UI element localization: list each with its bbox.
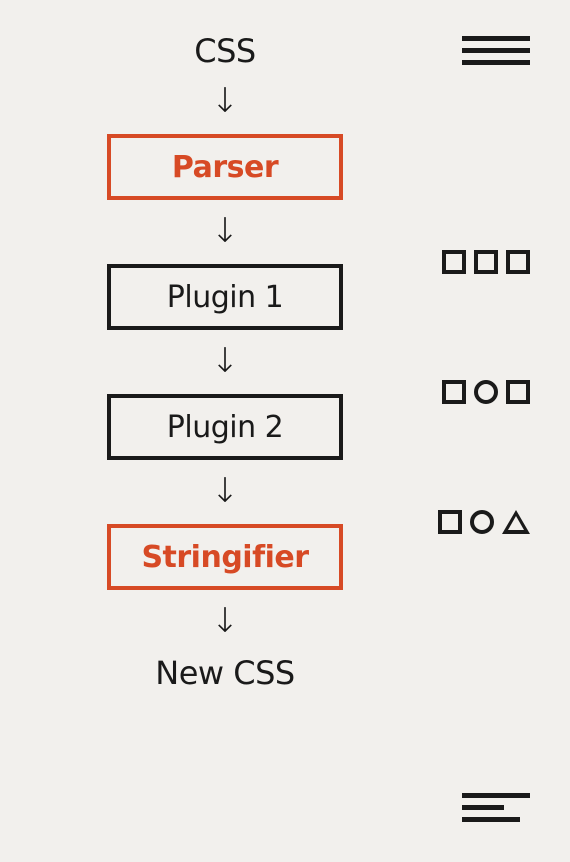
arrow-down-icon: ↓ (211, 474, 240, 508)
square-icon (474, 250, 498, 274)
parser-box: Parser (107, 134, 343, 200)
square-icon (442, 380, 466, 404)
plugin1-label: Plugin 1 (167, 280, 283, 315)
pipeline-diagram: CSS ↓ Parser ↓ Plugin 1 ↓ Plugin 2 ↓ Str… (95, 32, 355, 692)
text-justified-icon (462, 36, 530, 65)
square-icon (506, 250, 530, 274)
stringifier-label: Stringifier (141, 540, 308, 575)
plugin1-box: Plugin 1 (107, 264, 343, 330)
ast-tokens-icon-2 (442, 380, 530, 404)
parser-label: Parser (172, 150, 278, 185)
ast-tokens-icon-3 (438, 510, 530, 534)
stringifier-box: Stringifier (107, 524, 343, 590)
arrow-down-icon: ↓ (211, 214, 240, 248)
plugin2-box: Plugin 2 (107, 394, 343, 460)
ast-tokens-icon-1 (442, 250, 530, 274)
text-left-aligned-icon (462, 793, 530, 822)
arrow-down-icon: ↓ (211, 604, 240, 638)
triangle-icon (502, 510, 530, 534)
input-label: CSS (194, 32, 255, 70)
plugin2-label: Plugin 2 (167, 410, 283, 445)
circle-icon (470, 510, 494, 534)
arrow-down-icon: ↓ (211, 84, 240, 118)
square-icon (442, 250, 466, 274)
output-label: New CSS (155, 654, 294, 692)
square-icon (506, 380, 530, 404)
square-icon (438, 510, 462, 534)
circle-icon (474, 380, 498, 404)
arrow-down-icon: ↓ (211, 344, 240, 378)
